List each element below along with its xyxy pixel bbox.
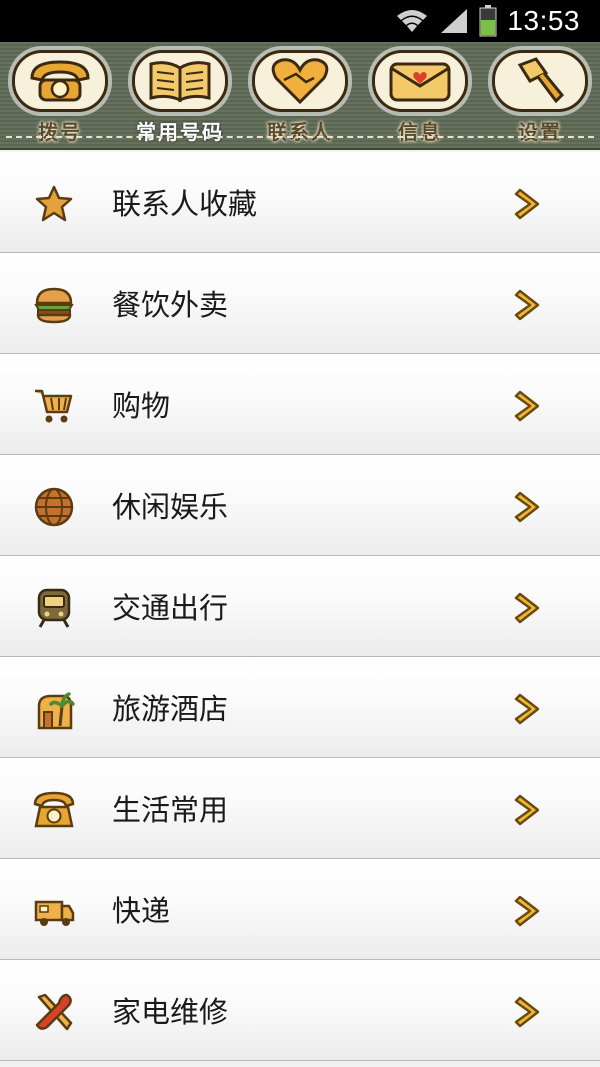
chevron-right-icon bbox=[514, 592, 540, 624]
category-list: 联系人收藏 餐饮外卖 购物 休闲娱乐 交通出行 旅游酒店 生活常用 快递 家电维… bbox=[0, 152, 600, 1061]
signal-icon bbox=[439, 7, 469, 35]
telephone-icon bbox=[32, 788, 76, 832]
list-item-label: 交通出行 bbox=[112, 591, 229, 625]
tools-icon bbox=[32, 990, 76, 1034]
tab-label: 联系人 bbox=[267, 120, 333, 144]
list-item-appliance-repair[interactable]: 家电维修 bbox=[0, 960, 600, 1061]
status-bar: 13:53 bbox=[0, 0, 600, 42]
wrench-icon bbox=[492, 50, 588, 112]
tab-messages[interactable]: 信息 bbox=[363, 42, 478, 148]
burger-icon bbox=[32, 283, 76, 327]
list-item-label: 旅游酒店 bbox=[112, 692, 229, 726]
list-item-daily-life[interactable]: 生活常用 bbox=[0, 758, 600, 859]
battery-icon bbox=[479, 5, 497, 37]
tab-dialer[interactable]: 拨号 bbox=[3, 42, 118, 148]
list-item-label: 快递 bbox=[112, 894, 171, 928]
train-icon bbox=[32, 586, 76, 630]
chevron-right-icon bbox=[514, 188, 540, 220]
chevron-right-icon bbox=[514, 996, 540, 1028]
star-icon bbox=[32, 182, 76, 226]
shopping-cart-icon bbox=[32, 384, 76, 428]
envelope-heart-icon bbox=[372, 50, 468, 112]
chevron-right-icon bbox=[514, 693, 540, 725]
list-item-food-delivery[interactable]: 餐饮外卖 bbox=[0, 253, 600, 354]
handshake-heart-icon bbox=[252, 50, 348, 112]
tab-label: 信息 bbox=[398, 120, 442, 144]
list-item-label: 生活常用 bbox=[112, 793, 229, 827]
chevron-right-icon bbox=[514, 491, 540, 523]
chevron-right-icon bbox=[514, 895, 540, 927]
list-item-express-delivery[interactable]: 快递 bbox=[0, 859, 600, 960]
delivery-truck-icon bbox=[32, 889, 76, 933]
list-item-favorite-contacts[interactable]: 联系人收藏 bbox=[0, 152, 600, 253]
tab-label: 常用号码 bbox=[136, 120, 224, 144]
palm-tree-icon bbox=[32, 687, 76, 731]
chevron-right-icon bbox=[514, 289, 540, 321]
tab-settings[interactable]: 设置 bbox=[483, 42, 598, 148]
list-item-transportation[interactable]: 交通出行 bbox=[0, 556, 600, 657]
status-time: 13:53 bbox=[507, 5, 580, 36]
globe-icon bbox=[32, 485, 76, 529]
list-item-label: 餐饮外卖 bbox=[112, 288, 229, 322]
list-item-label: 休闲娱乐 bbox=[112, 490, 229, 524]
list-item-label: 联系人收藏 bbox=[112, 187, 258, 221]
tab-contacts[interactable]: 联系人 bbox=[243, 42, 358, 148]
list-item-leisure[interactable]: 休闲娱乐 bbox=[0, 455, 600, 556]
chevron-right-icon bbox=[514, 794, 540, 826]
open-book-icon bbox=[132, 50, 228, 112]
tab-common-numbers[interactable]: 常用号码 bbox=[123, 42, 238, 148]
list-item-shopping[interactable]: 购物 bbox=[0, 354, 600, 455]
list-item-label: 家电维修 bbox=[112, 995, 229, 1029]
wifi-icon bbox=[395, 6, 429, 36]
list-item-travel-hotel[interactable]: 旅游酒店 bbox=[0, 657, 600, 758]
list-item-label: 购物 bbox=[112, 389, 171, 423]
rotary-phone-icon bbox=[12, 50, 108, 112]
tab-label: 拨号 bbox=[38, 120, 82, 144]
chevron-right-icon bbox=[514, 390, 540, 422]
top-tab-bar: 拨号 常用号码 联系人 信息 设置 bbox=[0, 42, 600, 150]
tab-label: 设置 bbox=[518, 120, 562, 144]
